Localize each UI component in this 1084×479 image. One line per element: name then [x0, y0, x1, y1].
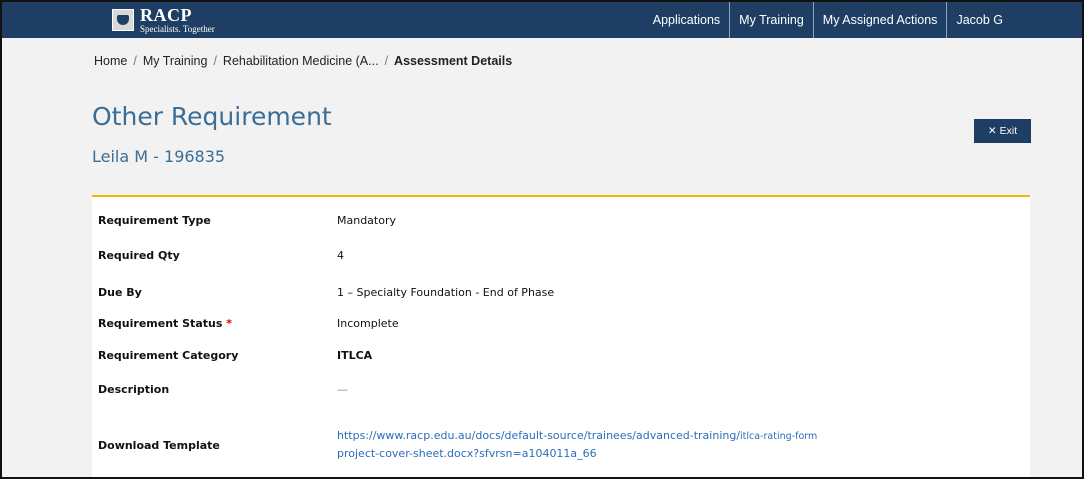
required-asterisk: *: [226, 317, 232, 330]
racp-logo[interactable]: RACP Specialists. Together: [112, 5, 215, 34]
required-qty-value: 4: [337, 249, 344, 262]
breadcrumb-separator: /: [133, 54, 137, 68]
breadcrumb-separator: /: [384, 54, 389, 68]
requirement-type-value: Mandatory: [337, 214, 397, 227]
page-title: Other Requirement: [92, 102, 332, 131]
exit-button[interactable]: ✕ Exit: [974, 119, 1031, 143]
trainee-subtitle: Leila M - 196835: [92, 147, 226, 166]
crest-icon: [112, 9, 134, 31]
breadcrumb-current: Assessment Details: [394, 54, 513, 68]
breadcrumb-program[interactable]: Rehabilitation Medicine (A...: [223, 54, 379, 68]
breadcrumb: Home / My Training / Rehabilitation Medi…: [94, 54, 512, 68]
description-label: Description: [98, 383, 170, 396]
breadcrumb-home[interactable]: Home: [94, 54, 127, 68]
logo-tagline: Specialists. Together: [140, 24, 215, 34]
logo-name: RACP: [140, 5, 192, 25]
requirement-status-value: Incomplete: [337, 317, 399, 330]
nav-user-menu[interactable]: Jacob G: [946, 2, 1012, 38]
details-panel: Requirement Type Mandatory Required Qty …: [92, 195, 1030, 477]
required-qty-label: Required Qty: [98, 249, 180, 262]
download-template-link[interactable]: https://www.racp.edu.au/docs/default-sou…: [337, 427, 817, 462]
requirement-category-value: ITLCA: [337, 349, 373, 362]
requirement-type-label: Requirement Type: [98, 214, 211, 227]
close-icon: ✕: [987, 125, 997, 137]
due-by-value: 1 – Specialty Foundation - End of Phase: [337, 286, 555, 299]
breadcrumb-my-training[interactable]: My Training: [143, 54, 208, 68]
app-window: RACP Specialists. Together Applications …: [0, 0, 1084, 479]
exit-label: Exit: [999, 125, 1018, 137]
due-by-label: Due By: [98, 286, 142, 299]
requirement-category-label: Requirement Category: [98, 349, 239, 362]
description-value: —: [337, 383, 348, 396]
nav-applications[interactable]: Applications: [644, 2, 729, 38]
nav-my-assigned-actions[interactable]: My Assigned Actions: [812, 2, 947, 38]
breadcrumb-separator: /: [213, 54, 217, 68]
download-template-label: Download Template: [98, 439, 220, 452]
nav-my-training[interactable]: My Training: [729, 2, 813, 38]
main-nav: Applications My Training My Assigned Act…: [644, 2, 1012, 38]
requirement-status-label: Requirement Status *: [98, 317, 232, 330]
top-navbar: RACP Specialists. Together Applications …: [2, 2, 1082, 38]
